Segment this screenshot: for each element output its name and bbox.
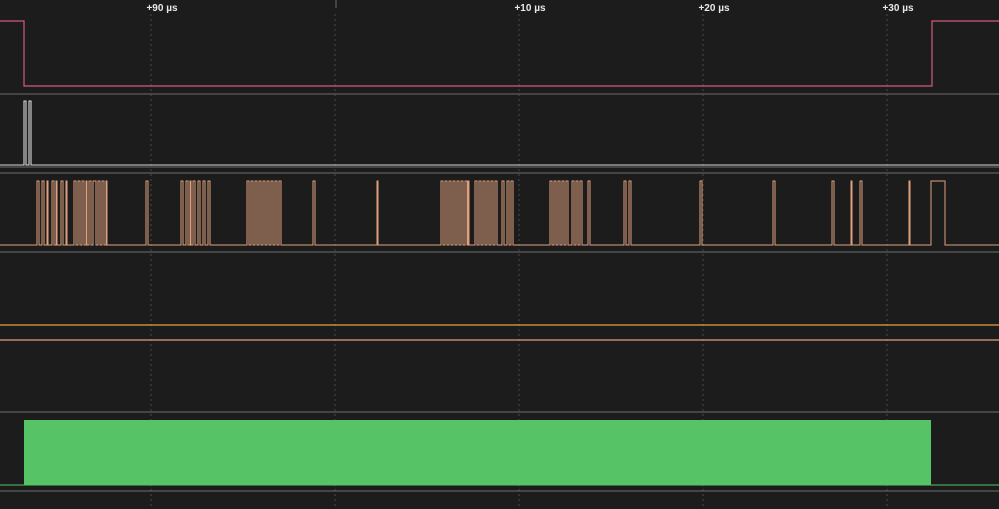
analyzer-frame-block[interactable] <box>24 420 931 485</box>
tick-label-3: +20 µs <box>698 3 730 14</box>
waveform-viewer[interactable]: +90 µs +10 µs +20 µs +30 µs <box>0 0 999 509</box>
idle-lane <box>0 253 999 323</box>
channel-analyzer[interactable] <box>0 420 999 486</box>
channel-idle[interactable] <box>0 253 999 323</box>
tick-label-4: +30 µs <box>882 3 914 14</box>
tick-label-1: +90 µs <box>146 3 178 14</box>
tick-label-2: +10 µs <box>514 3 546 14</box>
